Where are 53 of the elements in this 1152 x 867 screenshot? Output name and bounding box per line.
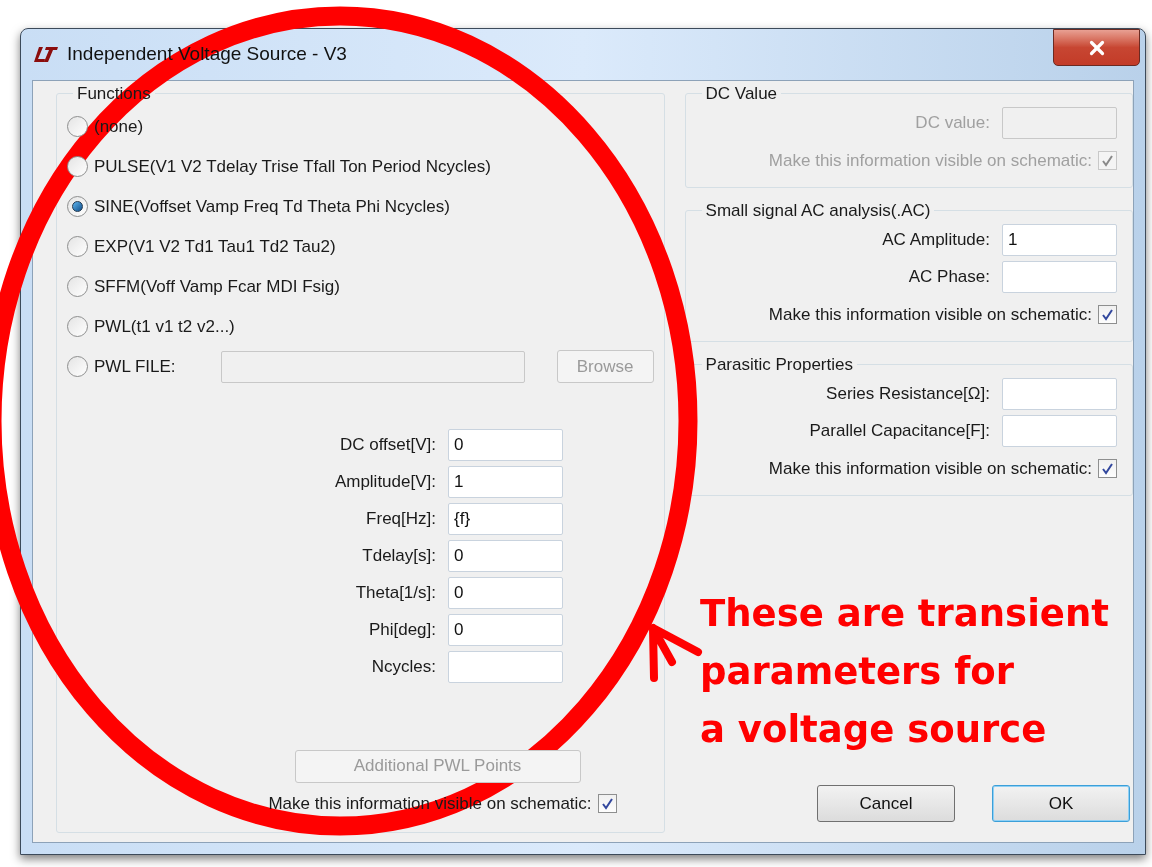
app-logo-icon bbox=[33, 45, 59, 64]
checkbox-label: Make this information visible on schematic: bbox=[768, 149, 1092, 172]
checkbox[interactable] bbox=[1098, 304, 1117, 324]
field-label: AC Phase: bbox=[908, 265, 990, 288]
parameter-label: Amplitude[V]: bbox=[333, 470, 436, 493]
checkbox[interactable] bbox=[1098, 458, 1117, 478]
checkbox-label: Make this information visible on schematic: bbox=[768, 303, 1092, 326]
input-field[interactable]: 0 bbox=[448, 576, 563, 609]
checkmark-icon bbox=[1101, 307, 1114, 321]
input-field[interactable]: 0 bbox=[448, 613, 563, 646]
checkmark-icon bbox=[600, 796, 614, 810]
annotation-text: These are transient parameters for a voltage source bbox=[700, 591, 1109, 753]
group-title: Parasitic Properties bbox=[704, 354, 854, 376]
input-field[interactable]: {f} bbox=[448, 502, 563, 535]
radio-label: PWL FILE: bbox=[94, 355, 176, 378]
parameter-label: Theta[1/s]: bbox=[354, 581, 436, 604]
input-field[interactable] bbox=[1002, 377, 1117, 410]
radio-button[interactable] bbox=[67, 116, 88, 137]
parameter-label: Ncycles: bbox=[370, 655, 436, 678]
radio-label: PWL(t1 v1 t2 v2...) bbox=[94, 315, 235, 338]
dialog-button[interactable]: Cancel bbox=[817, 785, 955, 822]
parameter-label: Phi[deg]: bbox=[367, 618, 436, 641]
input-field[interactable]: 1 bbox=[1002, 223, 1117, 256]
group-title: Small signal AC analysis(.AC) bbox=[704, 200, 932, 222]
radio-button[interactable] bbox=[67, 236, 88, 257]
radio-button[interactable] bbox=[67, 276, 88, 297]
radio-label: EXP(V1 V2 Td1 Tau1 Td2 Tau2) bbox=[94, 235, 336, 258]
parameter-label: Tdelay[s]: bbox=[361, 544, 436, 567]
input-field[interactable] bbox=[1002, 260, 1117, 293]
field-label: DC value: bbox=[915, 111, 990, 134]
input-field[interactable]: 1 bbox=[448, 465, 563, 498]
checkbox-label: Make this information visible on schematic: bbox=[268, 792, 592, 815]
checkbox[interactable] bbox=[597, 793, 617, 813]
radio-label: SINE(Voffset Vamp Freq Td Theta Phi Ncycles) bbox=[94, 195, 450, 218]
parameter-label: Freq[Hz]: bbox=[365, 507, 436, 530]
input-field[interactable] bbox=[448, 650, 563, 683]
radio-label: SFFM(Voff Vamp Fcar MDI Fsig) bbox=[94, 275, 340, 298]
close-button[interactable] bbox=[1053, 29, 1140, 66]
dialog-button[interactable]: OK bbox=[992, 785, 1130, 822]
input-field[interactable]: 0 bbox=[448, 539, 563, 572]
field-label: AC Amplitude: bbox=[882, 228, 990, 251]
checkbox-label: Make this information visible on schematic: bbox=[768, 457, 1092, 480]
parameter-label: DC offset[V]: bbox=[338, 433, 436, 456]
input-field[interactable]: 0 bbox=[448, 428, 563, 461]
field-label: Series Resistance[Ω]: bbox=[826, 382, 990, 405]
radio-label: PULSE(V1 V2 Tdelay Trise Tfall Ton Period Ncycles) bbox=[94, 155, 491, 178]
group-title: DC Value bbox=[704, 83, 779, 105]
input-field[interactable] bbox=[1002, 414, 1117, 447]
field-label: Parallel Capacitance[F]: bbox=[809, 419, 990, 442]
radio-button[interactable] bbox=[67, 316, 88, 337]
checkmark-icon bbox=[1101, 153, 1114, 167]
radio-button[interactable] bbox=[67, 196, 88, 217]
checkmark-icon bbox=[1101, 461, 1114, 475]
